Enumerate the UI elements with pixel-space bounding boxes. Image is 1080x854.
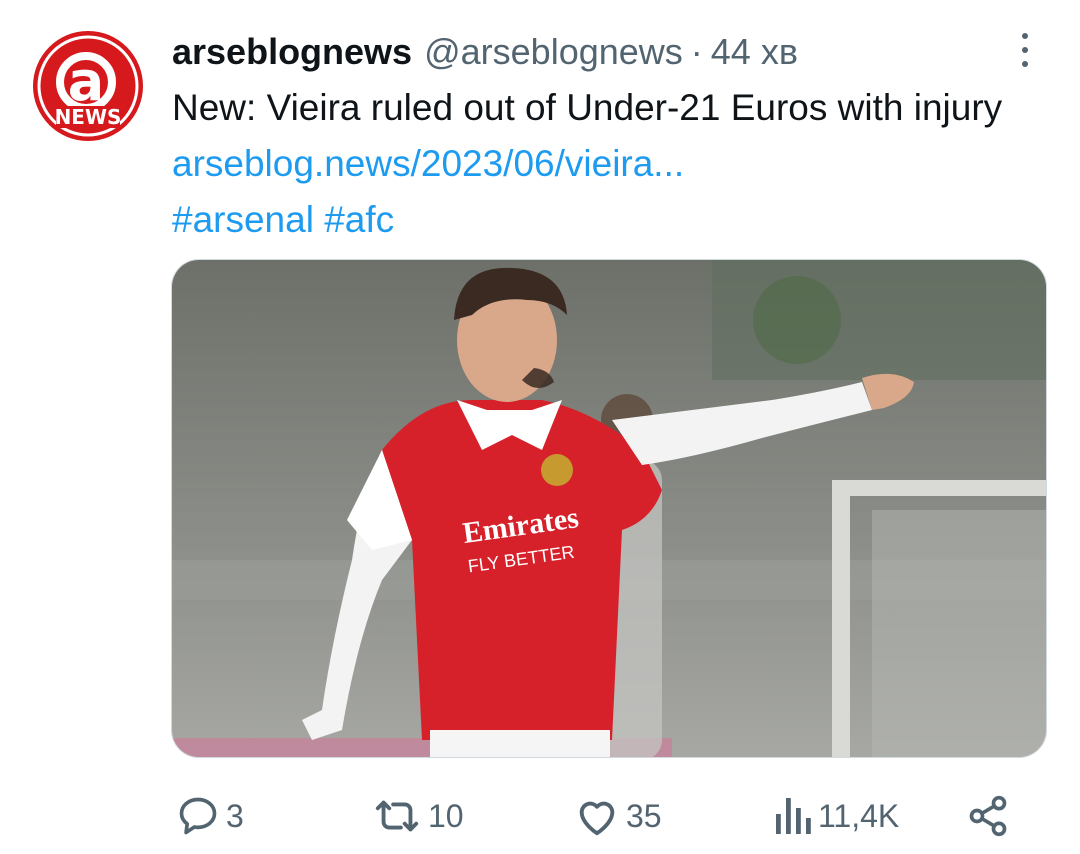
tweet-actions: 3 10 35 11,4K [0,790,1080,842]
like-button[interactable]: 35 [574,790,662,842]
hashtag-arsenal[interactable]: #arsenal [172,199,314,240]
tweet-card[interactable]: a NEWS arseblognews @arseblognews · 44 х… [0,0,1080,854]
timestamp[interactable]: 44 хв [711,28,798,76]
view-count: 11,4K [818,797,900,834]
separator-dot: · [690,31,703,72]
share-nodes-icon [969,795,1007,837]
share-button[interactable] [966,790,1010,842]
reply-count: 3 [226,797,244,834]
avatar-news-text: NEWS [55,105,122,129]
player-photo: Emirates FLY BETTER [172,260,1046,757]
tweet-photo[interactable]: Emirates FLY BETTER [171,259,1047,758]
hashtag-afc[interactable]: #afc [324,199,394,240]
tweet-text: New: Vieira ruled out of Under-21 Euros … [172,80,1032,248]
display-name[interactable]: arseblognews [172,28,412,76]
repost-arrows-icon [375,800,419,832]
heart-icon [579,801,615,836]
avatar[interactable]: a NEWS [32,30,144,142]
analytics-bars-icon [776,798,811,834]
views-button[interactable]: 11,4K [772,790,899,842]
tweet-header: arseblognews @arseblognews · 44 хв [172,28,798,76]
like-count: 35 [626,797,662,834]
reply-button[interactable]: 3 [176,790,244,842]
reply-bubble-icon [179,797,217,835]
user-handle[interactable]: @arseblognews [424,28,683,76]
tweet-body: New: Vieira ruled out of Under-21 Euros … [172,87,1003,128]
repost-button[interactable]: 10 [372,790,464,842]
tweet-link[interactable]: arseblog.news/2023/06/vieira... [172,143,684,184]
repost-count: 10 [428,797,464,834]
more-vertical-icon[interactable] [1010,30,1040,70]
arseblog-logo-icon: a NEWS [33,31,143,141]
